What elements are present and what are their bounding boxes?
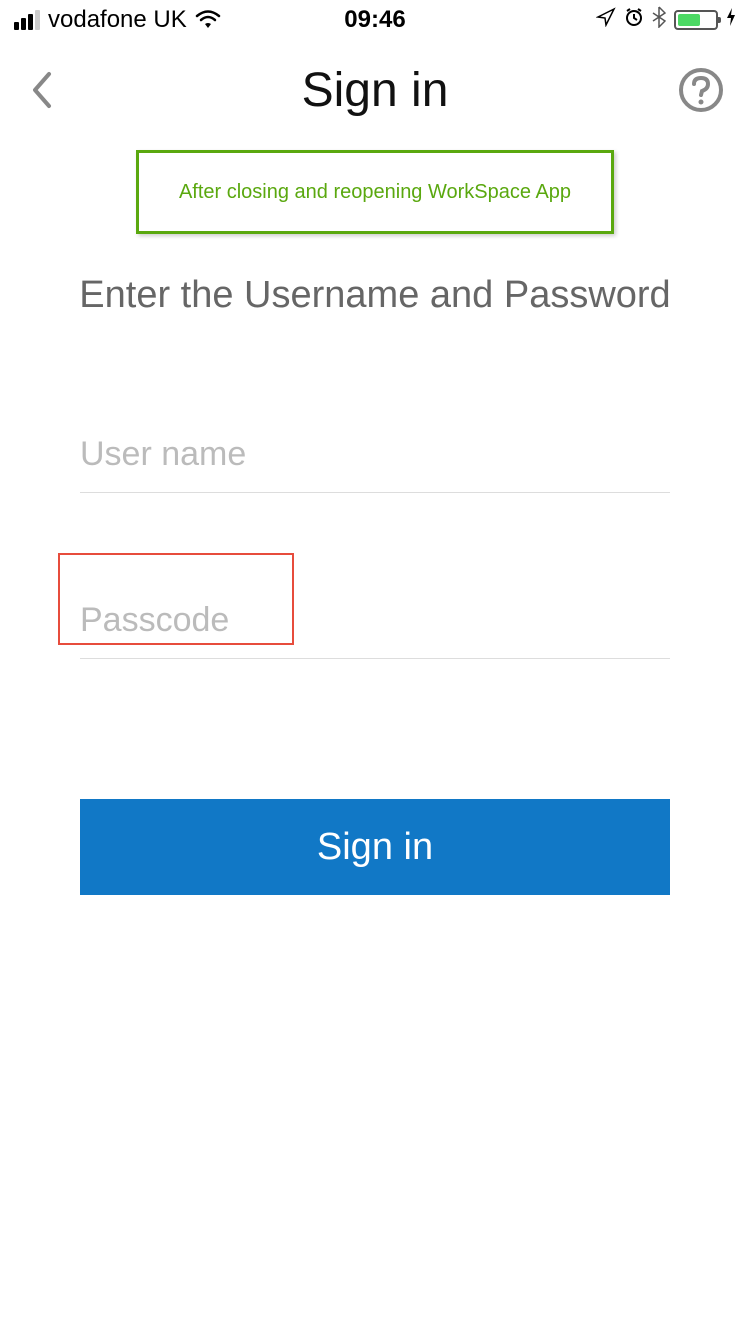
chevron-left-icon	[29, 70, 53, 110]
banner-text: After closing and reopening WorkSpace Ap…	[179, 181, 571, 204]
help-button[interactable]	[678, 67, 724, 113]
username-input[interactable]	[80, 427, 670, 493]
status-right	[596, 6, 736, 35]
info-banner: After closing and reopening WorkSpace Ap…	[136, 150, 614, 234]
back-button[interactable]	[26, 65, 56, 115]
location-icon	[596, 6, 616, 34]
question-circle-icon	[678, 67, 724, 113]
status-left: vodafone UK	[14, 6, 221, 34]
passcode-field-wrapper	[80, 593, 670, 659]
instruction-text: Enter the Username and Password	[0, 274, 750, 317]
charging-icon	[726, 6, 736, 34]
signin-button[interactable]: Sign in	[80, 799, 670, 895]
wifi-icon	[195, 10, 221, 30]
page-title: Sign in	[302, 63, 449, 118]
signal-icon	[14, 10, 40, 30]
carrier-label: vodafone UK	[48, 6, 187, 34]
alarm-icon	[624, 6, 644, 34]
bluetooth-icon	[652, 6, 666, 35]
nav-header: Sign in	[0, 40, 750, 140]
passcode-input[interactable]	[80, 593, 670, 659]
signin-form: Sign in	[0, 427, 750, 895]
status-time: 09:46	[344, 6, 405, 34]
battery-icon	[674, 10, 718, 30]
username-field-wrapper	[80, 427, 670, 493]
status-bar: vodafone UK 09:46	[0, 0, 750, 40]
